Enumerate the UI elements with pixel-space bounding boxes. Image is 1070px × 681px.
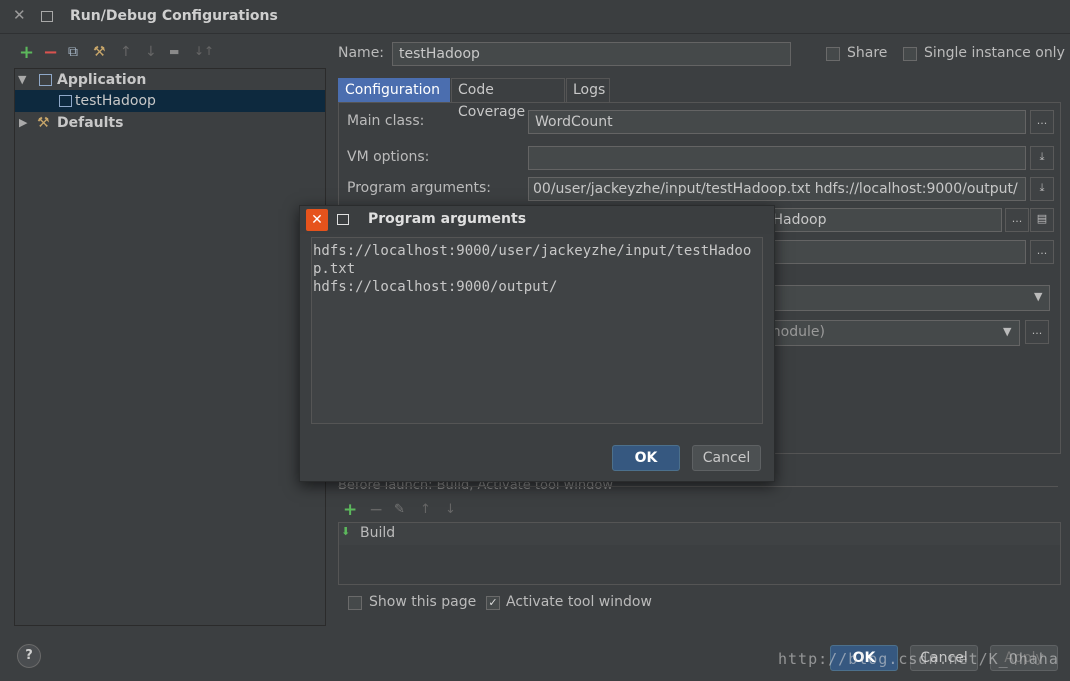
close-icon[interactable]: ✕ (13, 8, 26, 23)
tab-logs[interactable]: Logs (566, 78, 610, 102)
application-icon (39, 74, 52, 86)
expand-icon[interactable]: ⤓ (1030, 146, 1054, 170)
add-icon[interactable]: + (343, 500, 357, 520)
move-down-icon[interactable]: ↓ (145, 44, 157, 60)
chevron-down-icon[interactable]: ▼ (1003, 325, 1011, 338)
move-up-icon[interactable]: ↑ (420, 502, 431, 517)
tree-item-testhadoop[interactable]: testHadoop (15, 90, 325, 112)
share-label: Share (847, 45, 888, 61)
add-icon[interactable]: + (19, 42, 34, 63)
window-title: Run/Debug Configurations (70, 8, 278, 24)
chevron-down-icon[interactable]: ▼ (1034, 290, 1042, 303)
program-arguments-textarea[interactable]: hdfs://localhost:9000/user/jackeyzhe/inp… (311, 237, 763, 424)
expand-arrow-icon[interactable]: ▶ (19, 112, 27, 134)
tree-item-label: testHadoop (75, 93, 156, 109)
remove-icon[interactable]: − (43, 42, 58, 63)
program-arguments-dialog: ✕ Program arguments hdfs://localhost:900… (299, 205, 775, 482)
configuration-tree: ▼ Application testHadoop ▶ ⚒ Defaults (14, 68, 326, 626)
tab-configuration[interactable]: Configuration (338, 78, 450, 102)
list-item[interactable]: ⬇ Build (339, 523, 1060, 545)
sort-icon[interactable]: ↓↑ (194, 44, 214, 58)
environment-input[interactable] (760, 240, 1026, 264)
dialog-ok-button[interactable]: OK (612, 445, 680, 471)
jre-select[interactable] (760, 285, 1050, 311)
browse-button[interactable]: ... (1030, 110, 1054, 134)
show-page-label: Show this page (369, 594, 477, 610)
activate-tool-checkbox[interactable]: ✓ (486, 596, 500, 610)
browse-button[interactable]: ... (1025, 320, 1049, 344)
activate-tool-label: Activate tool window (506, 594, 652, 610)
copy-icon[interactable]: ⧉ (68, 44, 78, 60)
move-down-icon[interactable]: ↓ (445, 502, 456, 517)
tree-item-defaults[interactable]: ▶ ⚒ Defaults (15, 112, 325, 134)
folder-icon[interactable]: ▬ (169, 45, 179, 58)
config-icon (59, 95, 72, 107)
vm-options-label: VM options: (347, 149, 430, 165)
wrench-icon: ⚒ (37, 115, 50, 131)
divider (338, 486, 1058, 487)
program-arguments-label: Program arguments: (347, 180, 491, 196)
edit-icon[interactable]: ✎ (394, 502, 405, 517)
dialog-title-bar: ✕ Program arguments (300, 206, 774, 234)
help-button[interactable]: ? (17, 644, 41, 668)
watermark: http://blog.csdn.net/K_Ohaha (778, 650, 1059, 668)
build-icon: ⬇ (341, 525, 351, 538)
maximize-icon[interactable] (337, 214, 349, 225)
main-class-input[interactable]: WordCount (528, 110, 1026, 134)
move-up-icon[interactable]: ↑ (120, 44, 132, 60)
document-icon[interactable]: ▤ (1030, 208, 1054, 232)
main-class-label: Main class: (347, 113, 425, 129)
dialog-cancel-button[interactable]: Cancel (692, 445, 761, 471)
vm-options-input[interactable] (528, 146, 1026, 170)
close-icon[interactable]: ✕ (306, 209, 328, 231)
tree-item-label: Defaults (57, 115, 124, 131)
classpath-module-select[interactable]: module) (760, 320, 1020, 346)
program-arguments-input[interactable]: 00/user/jackeyzhe/input/testHadoop.txt h… (528, 177, 1026, 201)
single-instance-label: Single instance only (924, 45, 1065, 61)
name-input[interactable]: testHadoop (392, 42, 791, 66)
expand-arrow-icon[interactable]: ▼ (18, 69, 26, 91)
title-bar: ✕ Run/Debug Configurations (0, 0, 1070, 34)
share-checkbox[interactable] (826, 47, 840, 61)
wrench-icon[interactable]: ⚒ (93, 44, 106, 60)
browse-button[interactable]: ... (1030, 240, 1054, 264)
expand-icon[interactable]: ⤓ (1030, 177, 1054, 201)
browse-button[interactable]: ... (1005, 208, 1029, 232)
remove-icon[interactable]: − (369, 500, 383, 520)
tree-item-application[interactable]: ▼ Application (15, 69, 325, 91)
build-label: Build (360, 525, 396, 541)
show-page-checkbox[interactable] (348, 596, 362, 610)
tree-item-label: Application (57, 72, 147, 88)
tab-code-coverage[interactable]: Code Coverage (451, 78, 565, 120)
maximize-icon[interactable] (41, 11, 53, 22)
working-directory-input[interactable]: tHadoop (760, 208, 1002, 232)
name-label: Name: (338, 45, 385, 61)
single-instance-checkbox[interactable] (903, 47, 917, 61)
dialog-title: Program arguments (368, 211, 527, 227)
